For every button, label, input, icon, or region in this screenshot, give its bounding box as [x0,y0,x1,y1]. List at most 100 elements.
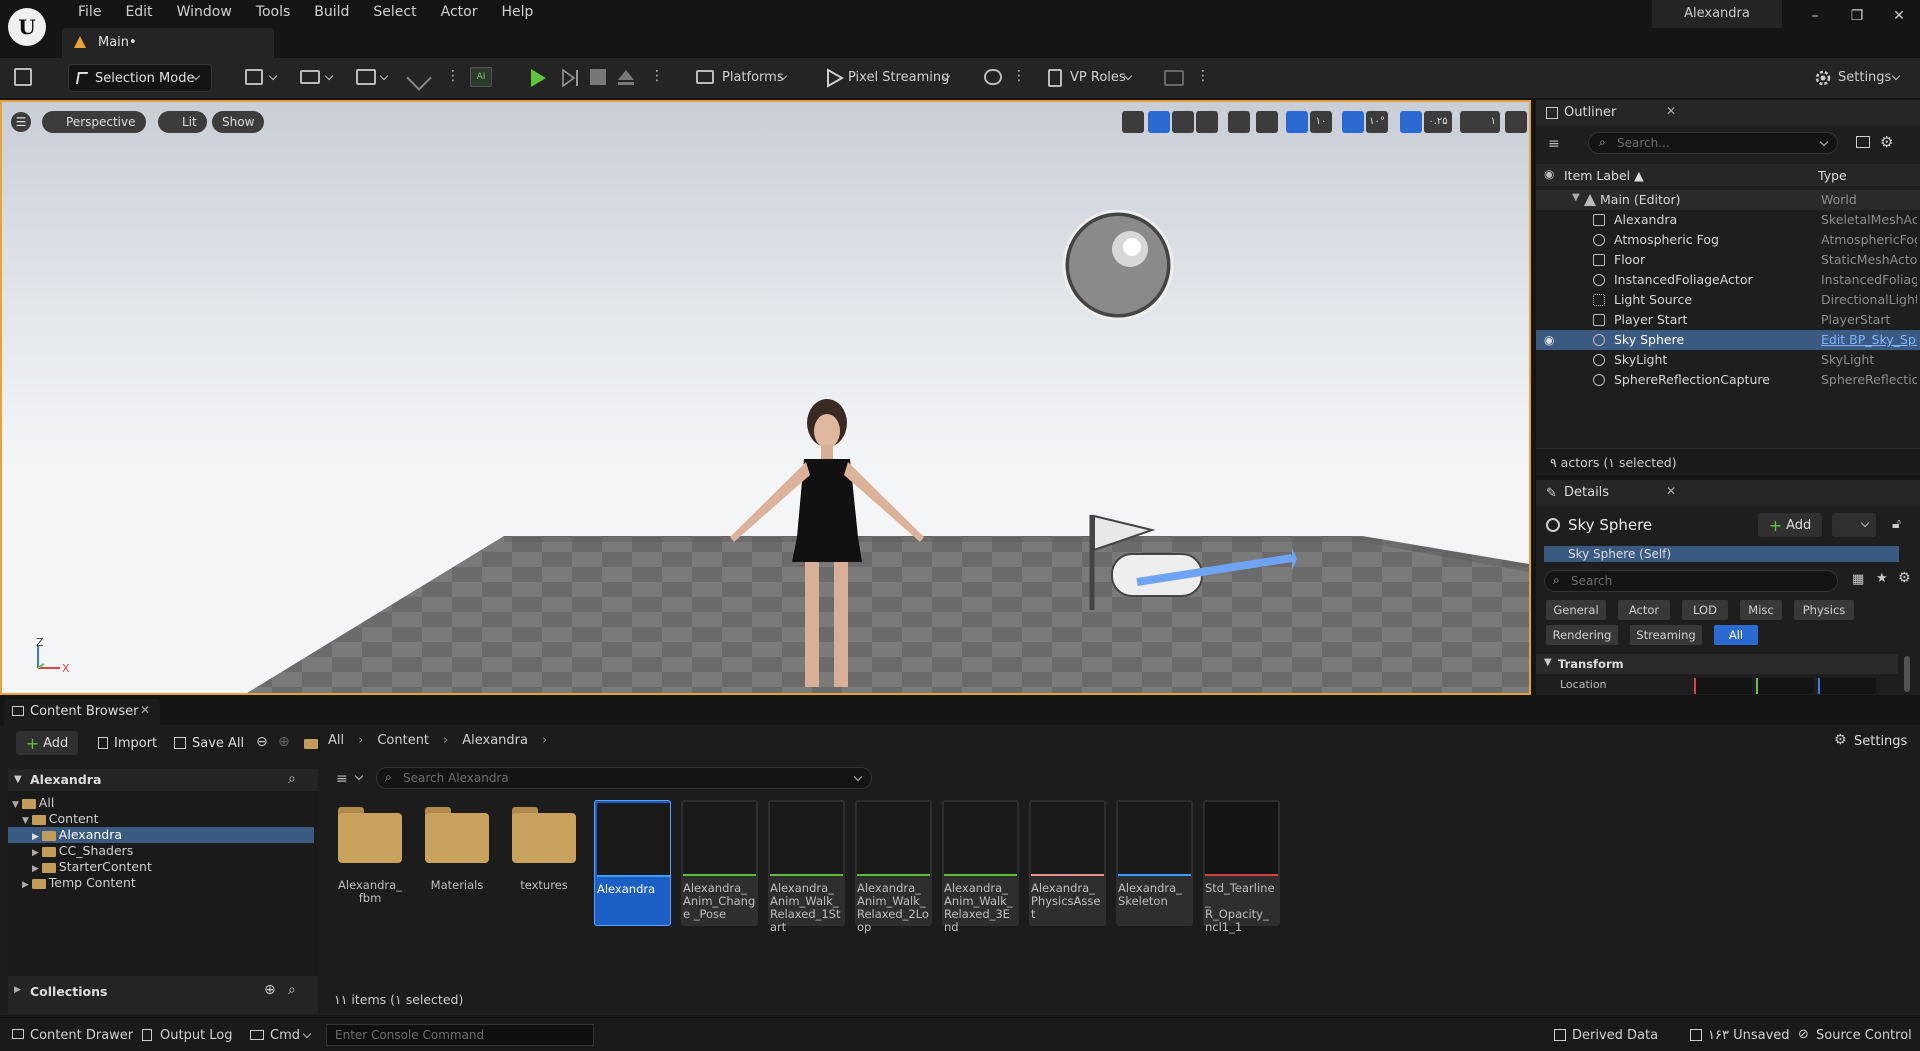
chevron-down-icon[interactable] [268,71,278,81]
collections-header[interactable]: ▶ Collections ⊕ ⌕ [8,981,318,1003]
more-options-icon[interactable]: ⋮ [1196,68,1210,84]
folder-tile-fbm[interactable]: Alexandra_ fbm [336,805,404,910]
outliner-row[interactable]: Player Start PlayerStart [1536,310,1920,330]
column-item-label[interactable]: Item Label ▲ [1564,168,1644,183]
tree-item-all[interactable]: ▼ All [12,795,54,811]
edit-blueprint-link[interactable]: Edit BP_Sky_Sphere [1821,332,1917,347]
maximize-viewport-icon[interactable] [1505,111,1527,133]
asset-tile[interactable]: Alexandra_ Anim_Change _Pose [681,800,758,926]
filter-actor[interactable]: Actor [1618,600,1670,620]
outliner-row[interactable]: InstancedFoliageActor InstancedFoliageAct… [1536,270,1920,290]
cinematics-icon[interactable] [356,69,376,85]
outliner-row[interactable]: SphereReflectionCapture SphereReflectionC… [1536,370,1920,390]
search-icon[interactable]: ⌕ [288,771,296,787]
pixel-streaming-button[interactable]: Pixel Streaming [848,70,949,85]
cmd-dropdown[interactable]: Cmd [270,1028,300,1043]
expand-arrow-icon[interactable]: ▼ [1572,192,1580,203]
filter-icon[interactable]: ≡ [336,771,348,787]
source-control-button[interactable]: Source Control [1816,1028,1912,1043]
outliner-row[interactable]: Alexandra SkeletalMeshActor [1536,210,1920,230]
details-scrollbar[interactable] [1904,656,1910,692]
filter-icon[interactable]: ≡ [1548,136,1560,152]
outliner-row[interactable]: Light Source DirectionalLight [1536,290,1920,310]
unreal-logo-icon[interactable]: U [8,8,46,46]
breadcrumb-all[interactable]: All [328,733,344,748]
menu-actor[interactable]: Actor [429,0,490,24]
perspective-button[interactable]: Perspective [42,111,146,133]
stop-icon[interactable] [590,69,606,85]
filter-misc[interactable]: Misc [1740,600,1782,620]
output-log-button[interactable]: Output Log [160,1028,233,1043]
history-back-icon[interactable]: ⊖ [256,734,268,750]
close-icon[interactable]: ✕ [1666,104,1676,118]
console-command-input[interactable]: Enter Console Command [326,1024,594,1046]
scale-snap-value[interactable]: ۰.۲۵ [1424,111,1452,133]
derived-data-button[interactable]: Derived Data [1572,1028,1658,1043]
blueprint-options-button[interactable] [1832,513,1876,537]
platforms-button[interactable]: Platforms [722,70,784,85]
virtual-camera-icon[interactable] [1164,70,1184,86]
breadcrumb-content[interactable]: Content [377,733,429,748]
outliner-row[interactable]: SkyLight SkyLight [1536,350,1920,370]
outliner-row-selected[interactable]: ◉ Sky Sphere Edit BP_Sky_Sphere [1536,330,1920,350]
asset-tile[interactable]: Alexandra_ Anim_Walk_ Relaxed_2Loop [855,800,932,934]
grid-snap-value[interactable]: ۱۰ [1310,111,1332,133]
modeling-icon[interactable] [406,65,432,91]
filter-all[interactable]: All [1714,625,1758,645]
collapse-arrow-icon[interactable]: ▼ [14,774,22,785]
outliner-row-world[interactable]: ▼ Main (Editor) World [1536,190,1920,210]
show-button[interactable]: Show [212,111,265,133]
settings-gear-icon[interactable]: ⚙ [1880,133,1893,151]
breadcrumb-separator-icon[interactable]: › [443,733,448,748]
favorite-star-icon[interactable]: ★ [1876,571,1888,586]
search-icon[interactable]: ⌕ [288,982,296,998]
asset-tile-selected[interactable]: Alexandra [594,800,671,926]
save-all-button[interactable]: Save All [174,731,244,755]
unsaved-button[interactable]: ۱۶۳ Unsaved [1708,1028,1790,1043]
add-button[interactable]: + Add [16,731,78,755]
component-row-selected[interactable]: Sky Sphere (Self) [1544,546,1899,562]
advance-frame-icon[interactable] [560,68,580,88]
tree-item-cc-shaders[interactable]: ▶ CC_Shaders [32,843,133,859]
minimize-button[interactable]: – [1800,4,1830,28]
camera-speed-button[interactable]: ۱ [1460,111,1500,133]
chevron-down-icon[interactable] [379,71,389,81]
menu-help[interactable]: Help [489,0,545,24]
close-button[interactable]: ✕ [1884,4,1914,28]
outliner-search-input[interactable]: ⌕ Search... [1588,132,1838,154]
location-label[interactable]: Location [1560,678,1607,691]
play-options-icon[interactable]: ⋮ [650,68,664,84]
restore-button[interactable]: ❐ [1842,4,1872,28]
asset-search-input[interactable]: ⌕ Search Alexandra [376,767,872,789]
filter-general[interactable]: General [1546,600,1606,620]
rotation-snap-value[interactable]: ۱۰° [1366,111,1388,133]
tree-item-starter-content[interactable]: ▶ StarterContent [32,859,152,875]
visibility-icon[interactable]: ◉ [1544,333,1554,347]
selection-mode-dropdown[interactable]: Selection Mode [68,64,212,92]
content-browser-tab[interactable]: Content Browser ✕ [4,699,160,725]
menu-build[interactable]: Build [302,0,361,24]
chevron-down-icon[interactable] [302,1029,312,1039]
filter-physics[interactable]: Physics [1794,600,1854,620]
filter-streaming[interactable]: Streaming [1630,625,1702,645]
folder-tile-textures[interactable]: textures [510,805,578,910]
location-x-field[interactable] [1694,678,1752,694]
location-z-field[interactable] [1818,678,1876,694]
add-actor-icon[interactable] [245,69,263,85]
rotate-tool-icon[interactable] [1172,111,1194,133]
close-icon[interactable]: ✕ [140,703,150,717]
folder-tile-materials[interactable]: Materials [423,805,491,910]
tree-item-alexandra[interactable]: ▶ Alexandra [8,827,314,843]
settings-gear-icon[interactable]: ⚙ [1898,570,1911,586]
grid-snap-icon[interactable] [1286,111,1308,133]
level-viewport[interactable]: ☰ Perspective Lit Show ۱۰ ۱۰° ۰.۲۵ ۱ Z X [0,100,1531,695]
ai-icon[interactable]: AI [470,67,492,87]
location-y-field[interactable] [1756,678,1814,694]
asset-tile[interactable]: Alexandra_ Anim_Walk_ Relaxed_1Start [768,800,845,934]
eject-icon[interactable] [616,68,636,88]
filter-lod[interactable]: LOD [1682,600,1728,620]
menu-window[interactable]: Window [165,0,244,24]
close-icon[interactable]: ✕ [1666,484,1676,498]
menu-tools[interactable]: Tools [244,0,303,24]
player-start-icon[interactable] [1082,510,1302,620]
